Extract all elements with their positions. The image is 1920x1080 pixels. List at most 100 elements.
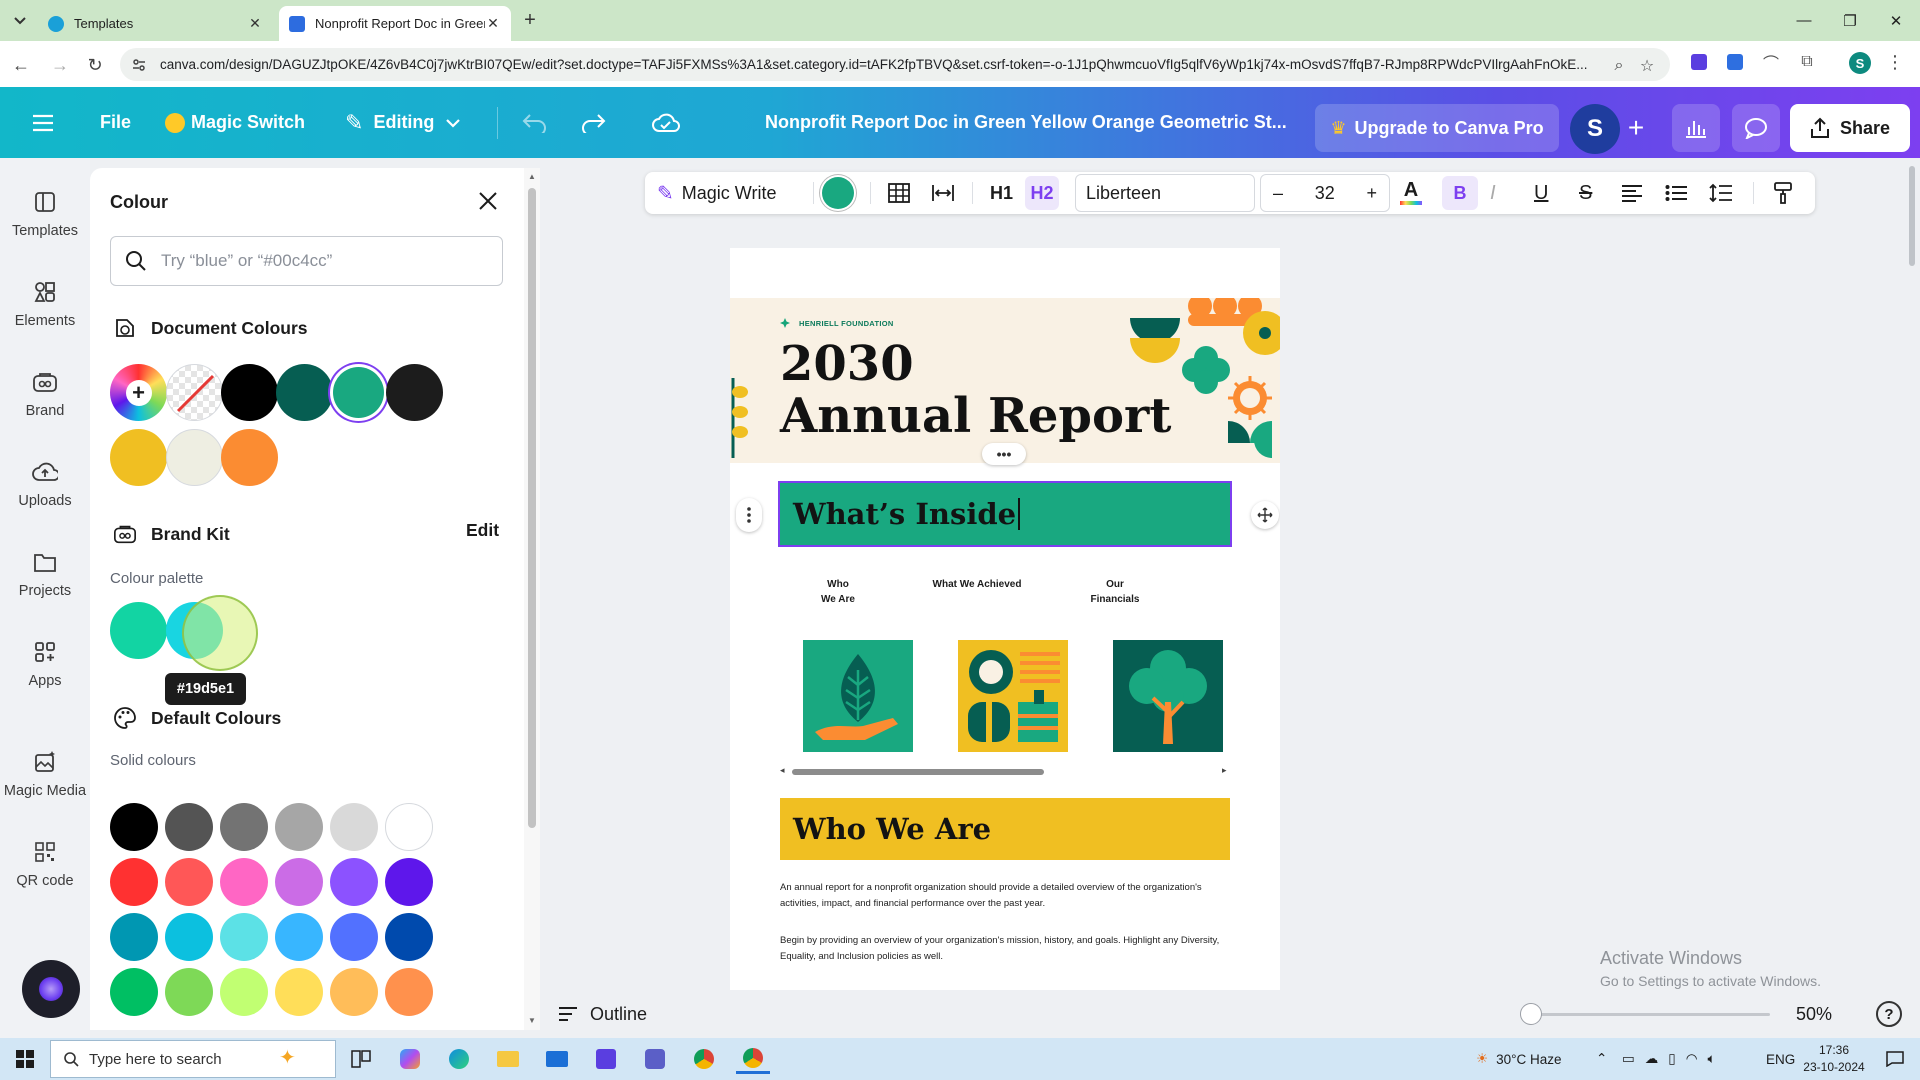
font-size-stepper[interactable]: – 32 + [1260,174,1390,212]
solid-colour-swatch[interactable] [220,913,268,961]
line-spacing-icon[interactable] [1709,172,1733,214]
heading-1-button[interactable]: H1 [990,172,1013,214]
canva-assistant-button[interactable] [22,960,80,1018]
close-tab-icon[interactable]: ✕ [485,15,501,32]
file-explorer-icon[interactable] [491,1044,525,1074]
scroll-up-icon[interactable]: ▲ [528,172,536,181]
solid-colour-swatch[interactable] [165,858,213,906]
magic-write-button[interactable]: ✎ Magic Write [657,172,776,214]
carousel-scroll-thumb[interactable] [792,769,1044,775]
doc-colour-swatch[interactable] [221,429,278,486]
what-we-achieved-illustration[interactable] [958,640,1068,752]
canvas-scrollbar[interactable] [1904,158,1920,1038]
report-title[interactable]: 2030 Annual Report [780,340,1171,440]
insights-chart-icon[interactable] [1672,104,1720,152]
solid-colour-swatch[interactable] [220,968,268,1016]
site-info-icon[interactable] [130,56,148,74]
text-colour-button[interactable] [822,172,854,214]
chrome-icon[interactable] [687,1044,721,1074]
solid-colour-swatch[interactable] [110,803,158,851]
our-financials-illustration[interactable] [1113,640,1223,752]
align-left-icon[interactable] [1621,172,1643,214]
redo-icon[interactable] [580,87,606,158]
editing-mode-dropdown[interactable]: ✎ Editing [345,87,461,158]
move-handle-icon[interactable] [1251,501,1279,529]
solid-colour-swatch[interactable] [330,913,378,961]
panel-scroll-thumb[interactable] [528,188,536,828]
solid-colour-swatch[interactable] [330,858,378,906]
body-paragraph-2[interactable]: Begin by providing an overview of your o… [780,933,1230,964]
extension-2-icon[interactable] [1725,52,1745,72]
magic-switch-button[interactable]: Magic Switch [165,87,305,158]
close-tab-icon[interactable]: ✕ [247,15,263,32]
bullet-list-icon[interactable] [1665,172,1687,214]
carousel-scrollbar[interactable]: ◂ ▸ [780,765,1230,776]
solid-colour-swatch[interactable] [165,803,213,851]
back-icon[interactable]: ← [8,52,34,78]
font-family-dropdown[interactable]: Liberteen [1075,174,1255,212]
solid-colour-swatch[interactable] [165,913,213,961]
bookmark-star-icon[interactable]: ☆ [1636,55,1658,77]
zoom-slider-track[interactable] [1530,1013,1770,1016]
system-tray-chevron-icon[interactable]: ⌃ [1596,1038,1607,1080]
scroll-down-icon[interactable]: ▼ [528,1016,536,1025]
solid-colour-swatch[interactable] [385,858,433,906]
doc-colour-swatch[interactable] [221,364,278,421]
rail-item-templates[interactable]: Templates [0,178,90,248]
zoom-value[interactable]: 50% [1796,990,1832,1038]
more-options-icon[interactable]: ••• [982,443,1026,465]
close-panel-icon[interactable] [475,188,501,214]
solid-colour-swatch[interactable] [330,968,378,1016]
tab-search-chevron-icon[interactable] [8,9,32,33]
upgrade-button[interactable]: ♛ Upgrade to Canva Pro [1315,104,1559,152]
taskbar-app-icon[interactable] [589,1044,623,1074]
new-tab-icon[interactable]: + [518,8,542,32]
share-button[interactable]: Share [1790,104,1910,152]
doc-colour-swatch-selected[interactable] [333,367,384,418]
solid-colour-swatch[interactable] [220,803,268,851]
comments-icon[interactable] [1732,104,1780,152]
solid-colour-swatch[interactable] [110,968,158,1016]
rail-item-apps[interactable]: Apps [0,628,90,698]
transparent-swatch[interactable] [166,364,223,421]
minimize-icon[interactable]: — [1781,0,1827,41]
rail-item-magic-media[interactable]: Magic Media [0,738,90,808]
browser-menu-icon[interactable]: ⋮ [1885,52,1905,72]
taskbar-clock[interactable]: 17:36 23-10-2024 [1798,1042,1870,1076]
solid-colour-swatch[interactable] [275,803,323,851]
add-collaborator-icon[interactable]: + [1612,104,1660,152]
brand-colour-swatch[interactable] [110,602,167,659]
font-size-value[interactable]: 32 [1315,183,1335,204]
who-we-are-heading[interactable]: Who We Are [780,798,1230,860]
italic-icon[interactable]: I [1490,172,1496,214]
rail-item-elements[interactable]: Elements [0,268,90,338]
solid-colour-swatch[interactable] [275,858,323,906]
undo-icon[interactable] [522,87,548,158]
rail-item-uploads[interactable]: Uploads [0,448,90,518]
outline-button[interactable]: Outline [558,990,647,1038]
notifications-icon[interactable] [1878,1044,1912,1074]
system-tray-icons[interactable]: ▭ ☁ ▯ ◠ 🔈︎ [1622,1038,1716,1080]
solid-colour-swatch[interactable] [110,858,158,906]
weather-widget[interactable]: ☀ 30°C Haze [1476,1038,1562,1080]
solid-colour-swatch[interactable] [220,858,268,906]
colour-search-input[interactable]: Try “blue” or “#00c4cc” [110,236,503,286]
document-title[interactable]: Nonprofit Report Doc in Green Yellow Ora… [765,87,1287,158]
doc-colour-swatch[interactable] [110,429,167,486]
edge-browser-icon[interactable] [442,1044,476,1074]
who-we-are-illustration[interactable] [803,640,913,752]
underline-icon[interactable]: U [1534,172,1548,214]
doc-colour-swatch[interactable] [276,364,333,421]
block-options-handle[interactable] [736,498,762,532]
doc-colour-swatch[interactable] [166,429,223,486]
solid-colour-swatch[interactable] [165,968,213,1016]
strikethrough-icon[interactable]: S [1579,172,1592,214]
spacing-width-icon[interactable] [931,172,955,214]
increase-font-size-button[interactable]: + [1366,183,1377,204]
teams-icon[interactable] [638,1044,672,1074]
extension-1-icon[interactable] [1689,52,1709,72]
browser-tab-templates[interactable]: Templates ✕ [38,6,273,41]
browser-tab-nonprofit-report[interactable]: Nonprofit Report Doc in Green ✕ [279,6,511,41]
extension-3-icon[interactable]: ⌒ [1761,52,1781,73]
taskbar-search-input[interactable]: Type here to search ✦ [50,1040,336,1078]
